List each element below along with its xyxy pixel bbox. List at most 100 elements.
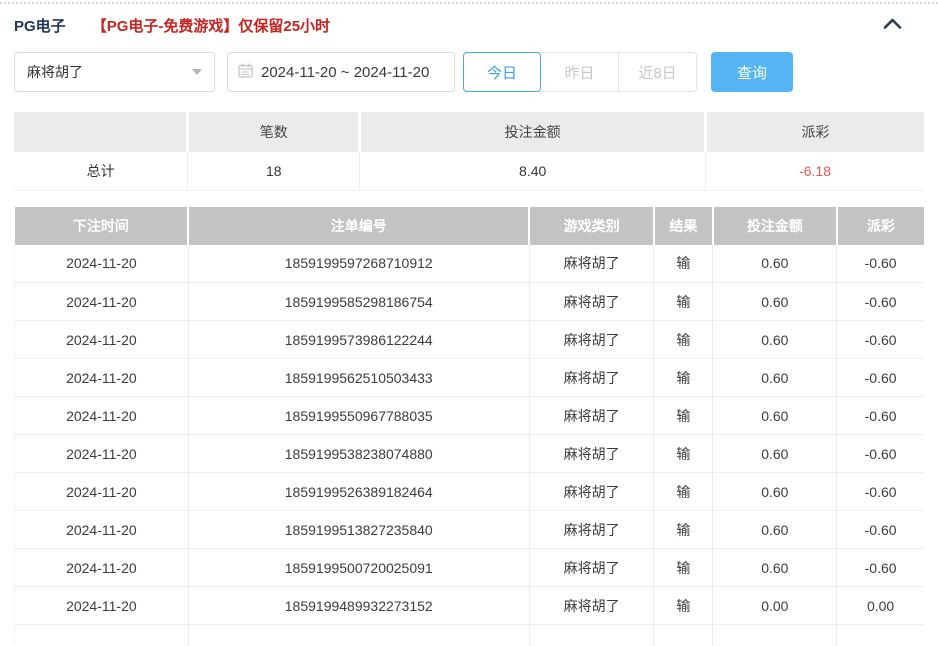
cell-payout: -0.60 (836, 510, 924, 549)
cell-game-type: 麻将胡了 (528, 434, 654, 473)
cell-result: 输 (653, 472, 713, 511)
records-header-row: 下注时间 注单编号 游戏类别 结果 投注金额 派彩 (14, 206, 924, 245)
chevron-up-icon (883, 17, 902, 33)
cell-bet-amount: 0.60 (712, 282, 837, 321)
cell-bet-id: 1859199550967788035 (187, 396, 530, 435)
cell-payout: -0.60 (836, 472, 924, 511)
cell-bet-amount: 0.60 (712, 510, 837, 549)
records-table: 下注时间 注单编号 游戏类别 结果 投注金额 派彩 2024-11-20 185… (14, 206, 924, 646)
table-row: 2024-11-20 1859199573986122244 麻将胡了 输 0.… (14, 320, 924, 359)
cell-bet-time: 2024-11-20 (14, 320, 189, 359)
cell-result: 输 (653, 434, 713, 473)
summary-total-label: 总计 (14, 152, 188, 191)
cell-bet-id: 1859199538238074880 (187, 434, 530, 473)
summary-total-bet-amount: 8.40 (359, 152, 706, 191)
cell-result: 输 (653, 244, 713, 283)
collapse-panel-button[interactable] (883, 17, 902, 33)
calendar-icon (238, 63, 253, 81)
summary-total-count: 18 (187, 152, 360, 191)
summary-header-count: 笔数 (186, 112, 360, 152)
cell-bet-id: 1859199562510503433 (187, 358, 530, 397)
game-select-value: 麻将胡了 (27, 64, 83, 80)
panel-header: PG电子 【PG电子-免费游戏】仅保留25小时 (14, 4, 924, 35)
cell-result: 输 (653, 282, 713, 321)
cell-bet-amount: 0.60 (712, 358, 837, 397)
cell-bet-time: 2024-11-20 (14, 358, 189, 397)
cell-bet-time: 2024-11-20 (14, 434, 189, 473)
cell-bet-amount: 0.60 (712, 548, 837, 587)
free-game-notice: 【PG电子-免费游戏】仅保留25小时 (91, 17, 331, 35)
page-title: PG电子 (14, 17, 66, 35)
cell-bet-id: 1859199500720025091 (187, 548, 530, 587)
cell-bet-amount: 0.60 (712, 472, 837, 511)
cell-bet-id: 1859199489932273152 (187, 586, 530, 625)
quick-range-button[interactable]: 近8日 (619, 52, 697, 92)
cell-bet-id: 1859199513827235840 (187, 510, 530, 549)
cell-result: 输 (653, 358, 713, 397)
cell-game-type: 麻将胡了 (528, 244, 654, 283)
cell-payout: -0.60 (836, 320, 924, 359)
cell-bet-time: 2024-11-20 (14, 282, 189, 321)
cell-result: 输 (653, 586, 713, 625)
cell-game-type: 麻将胡了 (528, 510, 654, 549)
cell-game-type: 麻将胡了 (528, 282, 654, 321)
records-header-bet-amount: 投注金额 (711, 206, 837, 245)
cell-result: 输 (653, 396, 713, 435)
filter-bar: 麻将胡了 2024-11-20 ~ 2024-11-20 今日 昨日 近8日 查询 (14, 52, 924, 92)
cell-game-type: 麻将胡了 (528, 396, 654, 435)
summary-total-payout: -6.18 (705, 152, 924, 191)
game-select[interactable]: 麻将胡了 (14, 52, 215, 92)
table-row: 2024-11-20 1859199526389182464 麻将胡了 输 0.… (14, 472, 924, 511)
cell-bet-time: 2024-11-20 (14, 396, 189, 435)
records-header-bet-time: 下注时间 (14, 206, 189, 245)
quick-range-button[interactable]: 昨日 (541, 52, 619, 92)
cell-bet-amount: 0.60 (712, 434, 837, 473)
quick-range-group: 今日 昨日 近8日 (463, 52, 697, 92)
records-header-bet-id: 注单编号 (187, 206, 530, 245)
date-range-value: 2024-11-20 ~ 2024-11-20 (261, 63, 430, 81)
summary-header-row: 笔数 投注金额 派彩 (14, 112, 924, 152)
summary-table: 笔数 投注金额 派彩 总计 18 8.40 -6.18 (14, 112, 924, 191)
date-range-input[interactable]: 2024-11-20 ~ 2024-11-20 (227, 52, 455, 92)
summary-header-blank (14, 112, 188, 152)
records-header-game-type: 游戏类别 (528, 206, 654, 245)
quick-range-button[interactable]: 今日 (463, 52, 541, 92)
summary-header-payout: 派彩 (704, 112, 924, 152)
cell-payout: 0.00 (836, 586, 924, 625)
table-row: 2024-11-20 1859199500720025091 麻将胡了 输 0.… (14, 548, 924, 587)
records-header-result: 结果 (652, 206, 713, 245)
cell-bet-time: 2024-11-20 (14, 548, 189, 587)
cell-bet-id: 1859199585298186754 (187, 282, 530, 321)
table-row: 2024-11-20 1859199489932273152 麻将胡了 输 0.… (14, 586, 924, 625)
pg-records-panel: PG电子 【PG电子-免费游戏】仅保留25小时 麻将胡了 2024-11-20 … (0, 2, 938, 646)
cell-payout: -0.60 (836, 396, 924, 435)
cell-game-type: 麻将胡了 (528, 358, 654, 397)
cell-bet-time: 2024-11-20 (14, 586, 189, 625)
table-row: 2024-11-20 1859199538238074880 麻将胡了 输 0.… (14, 434, 924, 473)
cell-result: 输 (653, 510, 713, 549)
cell-bet-time: 2024-11-20 (14, 472, 189, 511)
cell-payout: -0.60 (836, 548, 924, 587)
cell-bet-amount: 0.60 (712, 396, 837, 435)
cell-bet-id: 1859199526389182464 (187, 472, 530, 511)
table-row: 2024-11-20 1859199550967788035 麻将胡了 输 0.… (14, 396, 924, 435)
cell-payout: -0.60 (836, 282, 924, 321)
table-row: 2024-11-20 1859199562510503433 麻将胡了 输 0.… (14, 358, 924, 397)
cell-game-type: 麻将胡了 (528, 472, 654, 511)
cell-bet-time: 2024-11-20 (14, 244, 189, 283)
records-body: 2024-11-20 1859199597268710912 麻将胡了 输 0.… (14, 244, 924, 646)
cell-payout: -0.60 (836, 434, 924, 473)
table-row: 2024-11-20 1859199585298186754 麻将胡了 输 0.… (14, 282, 924, 321)
cell-bet-time: 2024-11-20 (14, 510, 189, 549)
cell-bet-amount: 0.60 (712, 320, 837, 359)
cell-bet-amount: 0.60 (712, 244, 837, 283)
cell-payout: -0.60 (836, 244, 924, 283)
table-row-partial (14, 624, 924, 646)
cell-game-type: 麻将胡了 (528, 548, 654, 587)
search-button[interactable]: 查询 (711, 52, 793, 92)
chevron-down-icon (192, 69, 202, 75)
cell-result: 输 (653, 320, 713, 359)
table-row: 2024-11-20 1859199597268710912 麻将胡了 输 0.… (14, 244, 924, 283)
summary-header-bet-amount: 投注金额 (358, 112, 706, 152)
cell-game-type: 麻将胡了 (528, 586, 654, 625)
